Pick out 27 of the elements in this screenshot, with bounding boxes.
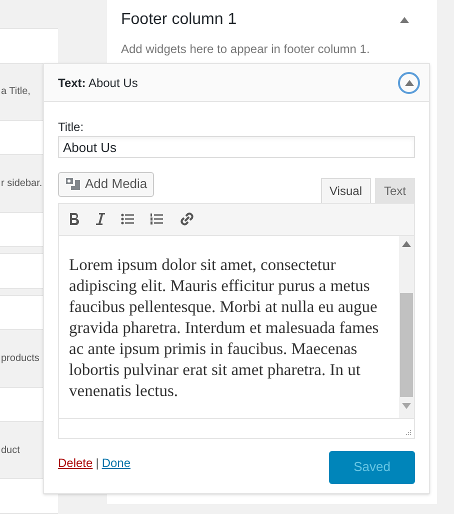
widget-description: r sidebar.: [0, 176, 42, 191]
toggle-button[interactable]: [398, 72, 420, 94]
sidebar-description: Add widgets here to appear in footer column 1.: [121, 41, 371, 58]
widget-description: a Title,: [0, 85, 30, 100]
italic-icon[interactable]: [95, 213, 105, 225]
scroll-down-icon: [402, 402, 411, 408]
scroll-up-icon: [402, 240, 411, 246]
widget-description: products: [0, 352, 40, 366]
add-media-button[interactable]: Add Media: [58, 172, 154, 196]
bold-icon[interactable]: [69, 213, 79, 225]
editor-tab[interactable]: Text: [374, 178, 415, 202]
field-label: Title:: [58, 120, 85, 134]
numbered-list-icon[interactable]: [150, 213, 163, 225]
link-icon[interactable]: [179, 211, 195, 227]
sidebar-title: Footer column 1: [121, 10, 237, 30]
triangle-icon: [404, 80, 414, 86]
bulleted-list-icon[interactable]: [121, 213, 134, 225]
collapse-arrow-icon: [400, 17, 409, 23]
scrollbar-thumb[interactable]: [400, 292, 413, 396]
editor-tab[interactable]: Visual: [320, 178, 371, 202]
widget-title: Text: About Us: [58, 74, 138, 92]
link-separator: |: [96, 454, 99, 472]
widget-description: duct: [0, 444, 20, 458]
title-input[interactable]: About Us: [58, 136, 415, 158]
delete-link[interactable]: Delete: [58, 454, 93, 472]
done-link[interactable]: Done: [102, 454, 130, 472]
media-icon: [65, 177, 81, 191]
